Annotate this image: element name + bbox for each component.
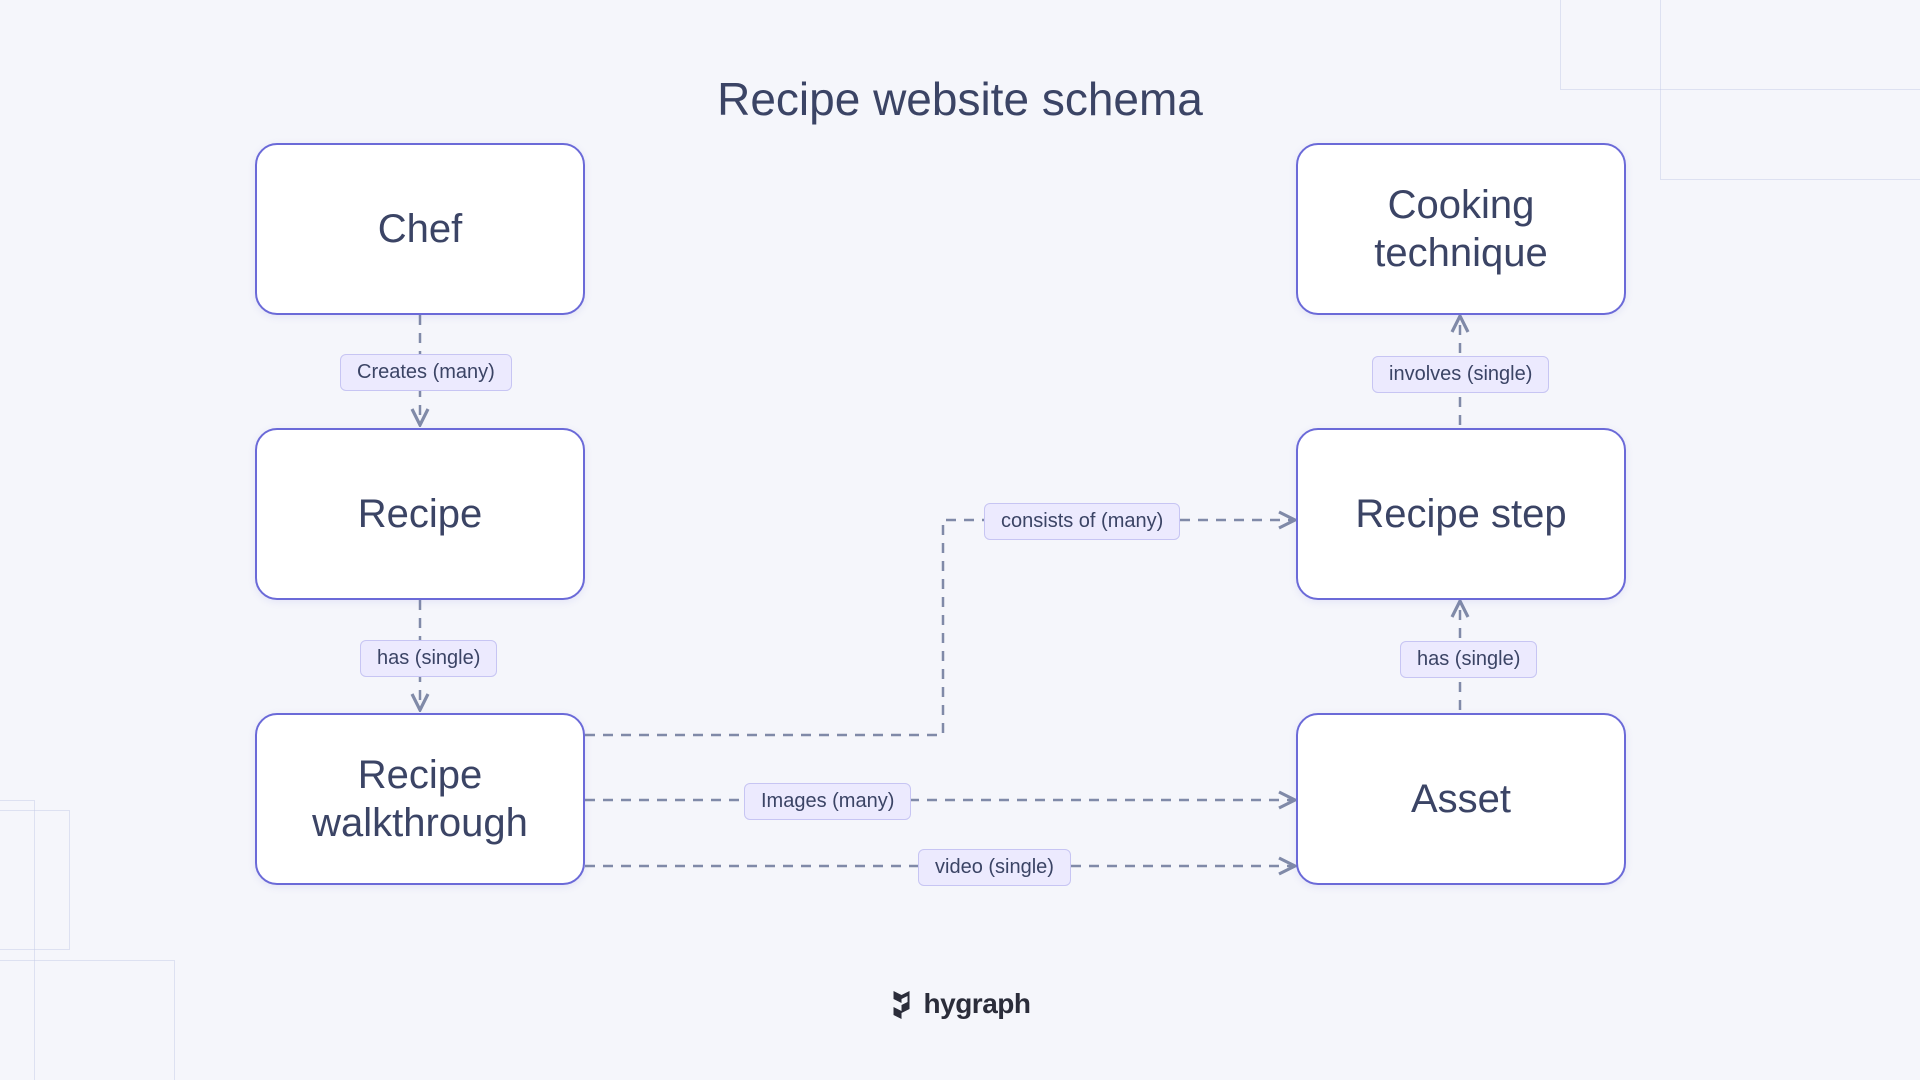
- brand-text: hygraph: [924, 988, 1031, 1020]
- entity-label: Cooking technique: [1298, 181, 1624, 277]
- relation-has-single: has (single): [1400, 641, 1537, 678]
- decor-grid: [0, 800, 35, 1080]
- entity-label: Recipe step: [1355, 490, 1566, 538]
- entity-label: Recipe walkthrough: [257, 751, 583, 847]
- entity-chef: Chef: [255, 143, 585, 315]
- entity-label: Recipe: [358, 490, 483, 538]
- diagram-title: Recipe website schema: [717, 72, 1203, 126]
- hygraph-icon: [890, 989, 914, 1019]
- entity-label: Asset: [1411, 775, 1511, 823]
- relation-has-single: has (single): [360, 640, 497, 677]
- relation-involves-single: involves (single): [1372, 356, 1549, 393]
- entity-cooking-technique: Cooking technique: [1296, 143, 1626, 315]
- entity-recipe-step: Recipe step: [1296, 428, 1626, 600]
- relation-video-single: video (single): [918, 849, 1071, 886]
- entity-recipe: Recipe: [255, 428, 585, 600]
- entity-asset: Asset: [1296, 713, 1626, 885]
- brand-logo: hygraph: [890, 988, 1031, 1020]
- decor-grid: [1660, 0, 1920, 180]
- entity-recipe-walkthrough: Recipe walkthrough: [255, 713, 585, 885]
- relation-consists-of-many: consists of (many): [984, 503, 1180, 540]
- relation-creates-many: Creates (many): [340, 354, 512, 391]
- relation-images-many: Images (many): [744, 783, 911, 820]
- entity-label: Chef: [378, 205, 463, 253]
